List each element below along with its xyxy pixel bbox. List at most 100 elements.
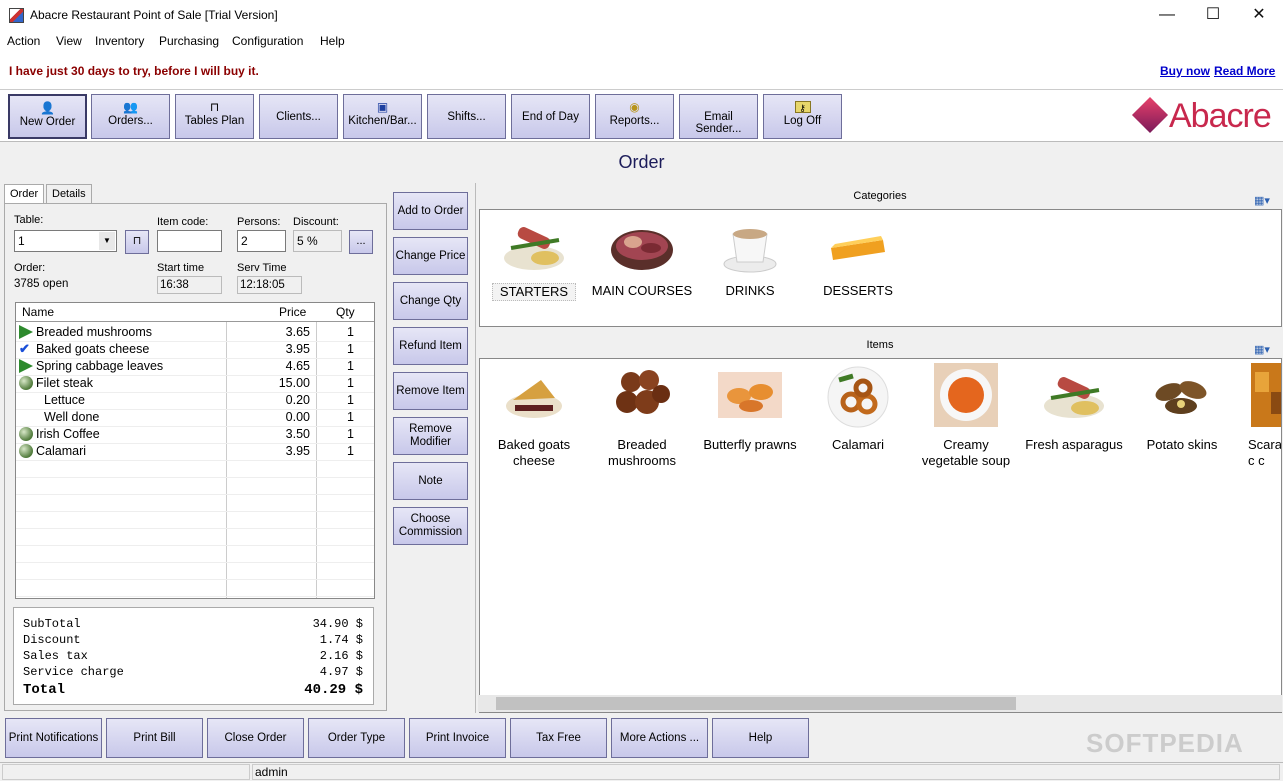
table-select[interactable]: 1 ▼ [14,230,117,252]
grid-view-icon[interactable]: ▦▾ [1252,338,1272,356]
minimize-button[interactable]: — [1144,0,1190,31]
more-actions-button[interactable]: More Actions ... [611,718,708,758]
item-calamari[interactable]: Calamari [814,362,902,453]
tab-order[interactable]: Order [4,184,45,205]
help-button[interactable]: Help [712,718,809,758]
menu-action[interactable]: Action [7,34,40,48]
close-button[interactable]: ✕ [1236,0,1282,31]
new-order-icon: 👤 [40,101,55,115]
categories-list: STARTERS MAIN COURSES DRINKS DESSERTS [479,209,1282,327]
serv-time-field: 12:18:05 [237,276,302,294]
table-picker-button[interactable]: ⊓ [125,230,149,254]
status-cell [2,764,250,780]
service-row: Service charge 4.97 $ [23,665,363,679]
menu-view[interactable]: View [56,34,82,48]
category-starters[interactable]: STARTERS [492,218,576,301]
table-row[interactable]: ✔ Baked goats cheese 3.95 1 [16,341,374,358]
persons-input[interactable]: 2 [237,230,286,252]
clients-button[interactable]: Clients... [259,94,338,139]
tab-details[interactable]: Details [46,184,92,204]
row-qty: 1 [347,410,354,424]
note-button[interactable]: Note [393,462,468,500]
item-baked-goats-cheese[interactable]: Baked goats cheese [490,362,578,469]
service-label: Service charge [23,665,124,679]
item-breaded-mushrooms[interactable]: Breaded mushrooms [598,362,686,469]
row-price: 3.95 [285,444,310,458]
menu-inventory[interactable]: Inventory [95,34,144,48]
buy-now-link[interactable]: Buy now [1160,64,1210,78]
menu-purchasing[interactable]: Purchasing [159,34,219,48]
print-invoice-button[interactable]: Print Invoice [409,718,506,758]
table-row[interactable]: Well done 0.00 1 [16,409,374,426]
row-name: Lettuce [44,393,86,407]
remove-modifier-button[interactable]: Remove Modifier [393,417,468,455]
orders-icon: 👥 [123,100,138,114]
end-of-day-button[interactable]: End of Day [511,94,590,139]
order-number: 3785 open [14,278,69,290]
orders-button[interactable]: 👥 Orders... [91,94,170,139]
read-more-link[interactable]: Read More [1214,64,1275,78]
chevron-down-icon[interactable]: ▼ [99,232,115,250]
item-label: Scaran c c [1248,437,1282,468]
col-qty[interactable]: Qty [336,305,355,319]
add-to-order-button[interactable]: Add to Order [393,192,468,230]
kitchen-bar-button[interactable]: ▣ Kitchen/Bar... [343,94,422,139]
item-label: Fresh asparagus [1025,437,1123,452]
grid-view-icon[interactable]: ▦▾ [1252,189,1272,207]
log-off-button[interactable]: ⚷ Log Off [763,94,842,139]
table-row[interactable]: Breaded mushrooms 3.65 1 [16,324,374,341]
print-bill-button[interactable]: Print Bill [106,718,203,758]
shifts-button[interactable]: Shifts... [427,94,506,139]
item-creamy-vegetable-soup[interactable]: Creamy vegetable soup [914,362,1018,469]
row-name: Well done [44,410,100,424]
print-notifications-button[interactable]: Print Notifications [5,718,102,758]
table-row[interactable]: Irish Coffee 3.50 1 [16,426,374,443]
category-drinks[interactable]: DRINKS [708,218,792,299]
scaran-image [1251,363,1281,427]
table-row[interactable]: Spring cabbage leaves 4.65 1 [16,358,374,375]
change-qty-button[interactable]: Change Qty [393,282,468,320]
discount-total-label: Discount [23,633,81,647]
calamari-image [827,366,889,428]
close-order-button[interactable]: Close Order [207,718,304,758]
remove-item-button[interactable]: Remove Item [393,372,468,410]
menu-help[interactable]: Help [320,34,345,48]
table-row[interactable]: Lettuce 0.20 1 [16,392,374,409]
item-fresh-asparagus[interactable]: Fresh asparagus [1020,362,1128,453]
table-row[interactable]: Filet steak 15.00 1 [16,375,374,392]
change-price-button[interactable]: Change Price [393,237,468,275]
logo-text: Abacre [1169,97,1272,135]
row-price: 15.00 [278,376,310,390]
end-of-day-label: End of Day [522,111,579,123]
maximize-button[interactable]: ☐ [1190,0,1236,31]
item-code-input[interactable] [157,230,222,252]
starters-image [504,227,564,270]
choose-commission-button[interactable]: Choose Commission [393,507,468,545]
items-header: Items ▦▾ [476,333,1283,357]
tables-plan-button[interactable]: ⊓ Tables Plan [175,94,254,139]
item-butterfly-prawns[interactable]: Butterfly prawns [702,362,798,453]
item-scaran[interactable]: Scaran c c [1236,362,1282,469]
email-sender-button[interactable]: Email Sender... [679,94,758,139]
discount-button[interactable]: ... [349,230,373,254]
tax-free-button[interactable]: Tax Free [510,718,607,758]
col-price[interactable]: Price [279,305,306,319]
new-order-button[interactable]: 👤 New Order [8,94,87,139]
category-desserts[interactable]: DESSERTS [816,218,900,299]
reports-button[interactable]: ◉ Reports... [595,94,674,139]
table-row[interactable]: Calamari 3.95 1 [16,443,374,460]
category-main-courses[interactable]: MAIN COURSES [590,218,694,299]
item-potato-skins[interactable]: Potato skins [1142,362,1222,453]
order-items-grid[interactable]: Name Price Qty Breaded mushrooms 3.65 1 ✔ Ba… [15,302,375,599]
col-name[interactable]: Name [22,305,54,319]
order-type-button[interactable]: Order Type [308,718,405,758]
row-name: Breaded mushrooms [36,325,153,339]
refund-item-button[interactable]: Refund Item [393,327,468,365]
baked-goats-cheese-image [506,380,562,418]
scrollbar-thumb[interactable] [496,697,1016,710]
items-horizontal-scrollbar[interactable] [478,695,1282,712]
tax-row: Sales tax 2.16 $ [23,649,363,663]
menu-configuration[interactable]: Configuration [232,34,303,48]
row-price: 3.95 [285,342,310,356]
category-label: STARTERS [492,283,576,301]
